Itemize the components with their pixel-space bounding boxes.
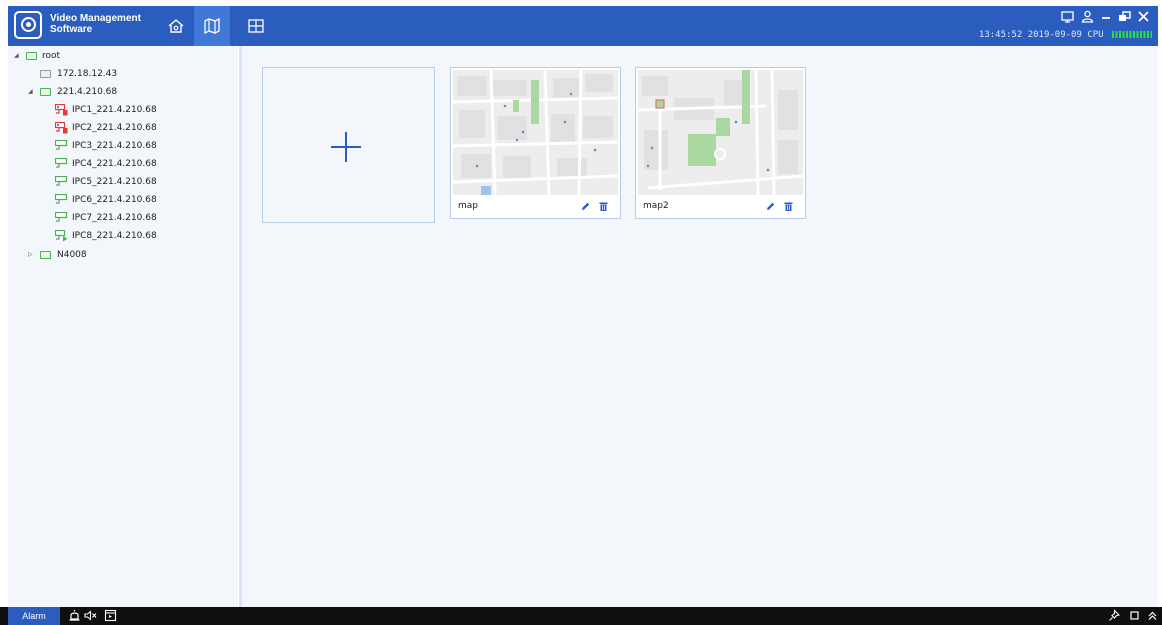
tree-label: 221.4.210.68	[57, 87, 118, 97]
collapse-arrow-icon[interactable]: ◢	[14, 47, 22, 65]
server-online-icon	[40, 88, 51, 96]
map-name: map	[458, 201, 478, 211]
server-offline-icon	[40, 70, 51, 78]
maximize-panel-icon[interactable]	[1128, 609, 1141, 622]
tree-node-camera[interactable]: IPC8_221.4.210.68	[14, 227, 184, 245]
restore-icon[interactable]	[1118, 8, 1131, 22]
delete-trash-icon[interactable]	[783, 201, 794, 212]
app-logo	[14, 11, 42, 39]
cpu-label: CPU	[1087, 30, 1104, 40]
tree-node-camera[interactable]: IPC3_221.4.210.68	[14, 137, 184, 155]
map-icon	[204, 17, 220, 35]
tree-node-server[interactable]: ◢ 221.4.210.68	[14, 83, 164, 101]
expand-up-icon[interactable]	[1146, 609, 1159, 622]
minimize-icon[interactable]	[1100, 8, 1112, 22]
map-name: map2	[643, 201, 669, 211]
tree-label: IPC6_221.4.210.68	[72, 195, 157, 205]
cpu-meter	[1112, 31, 1152, 38]
camera-online-icon	[55, 212, 68, 222]
tree-node-camera[interactable]: IPC6_221.4.210.68	[14, 191, 184, 209]
delete-trash-icon[interactable]	[598, 201, 609, 212]
app-window: Video Management Software 13:45:52 2019-…	[0, 0, 1162, 625]
camera-online-icon	[55, 140, 68, 150]
tree-label: 172.18.12.43	[57, 69, 118, 79]
app-title: Video Management Software	[50, 13, 150, 35]
tree-label: IPC3_221.4.210.68	[72, 141, 157, 151]
bottom-bar: Alarm	[0, 607, 1162, 625]
nvr-device-icon	[40, 251, 51, 259]
tree-node-camera[interactable]: IPC2_221.4.210.68	[14, 119, 184, 137]
camera-online-icon	[55, 194, 68, 204]
edit-pencil-icon[interactable]	[765, 201, 776, 212]
close-icon[interactable]	[1137, 8, 1150, 22]
tree-node-camera[interactable]: IPC1_221.4.210.68	[14, 101, 184, 119]
add-map-button[interactable]	[262, 67, 435, 223]
home-icon	[168, 19, 184, 33]
collapse-arrow-icon[interactable]: ◢	[28, 83, 36, 101]
panel-toggle-icon[interactable]	[104, 609, 117, 622]
user-icon[interactable]	[1081, 8, 1094, 23]
tree-label: IPC2_221.4.210.68	[72, 123, 157, 133]
title-bar: Video Management Software 13:45:52 2019-…	[8, 6, 1158, 46]
clock-date: 2019-09-09	[1027, 30, 1082, 40]
edit-pencil-icon[interactable]	[580, 201, 591, 212]
map-thumbnail	[638, 70, 803, 195]
tree-label: IPC8_221.4.210.68	[72, 231, 157, 241]
camera-lens-icon	[21, 17, 36, 32]
device-group-icon	[26, 52, 37, 60]
pin-icon[interactable]	[1108, 609, 1121, 622]
tree-label: N4008	[57, 250, 87, 260]
device-tree: ◢ root 172.18.12.43 ◢ 221.4.210.68 IPC1_…	[8, 46, 238, 607]
camera-alarm-icon	[55, 104, 68, 116]
tree-node-camera[interactable]: IPC5_221.4.210.68	[14, 173, 184, 191]
map-card[interactable]: map	[450, 67, 621, 219]
map-thumbnail	[453, 70, 618, 195]
app-title-line-1: Video Management	[50, 13, 141, 24]
grid-icon	[248, 19, 264, 33]
tree-label: IPC1_221.4.210.68	[72, 105, 157, 115]
nav-grid-button[interactable]	[238, 6, 274, 46]
camera-online-icon	[55, 158, 68, 168]
camera-alarm-icon	[55, 122, 68, 134]
screen-icon[interactable]	[1061, 8, 1074, 23]
status-line: 13:45:52 2019-09-09 CPU	[979, 29, 1152, 41]
app-title-line-2: Software	[50, 24, 93, 35]
expand-arrow-icon[interactable]: ▷	[28, 246, 36, 264]
alarm-bell-icon[interactable]	[68, 609, 81, 622]
nav-map-button[interactable]	[194, 6, 230, 46]
clock-time: 13:45:52	[978, 30, 1023, 40]
tree-node-root[interactable]: ◢ root	[14, 47, 164, 65]
tree-node-camera[interactable]: IPC4_221.4.210.68	[14, 155, 184, 173]
tree-node-camera[interactable]: IPC7_221.4.210.68	[14, 209, 184, 227]
mute-icon[interactable]	[84, 609, 97, 622]
camera-recording-icon	[55, 230, 68, 242]
tree-label: IPC4_221.4.210.68	[72, 159, 157, 169]
tree-label: IPC5_221.4.210.68	[72, 177, 157, 187]
map-gallery: map map2	[242, 46, 1158, 607]
map-card[interactable]: map2	[635, 67, 806, 219]
camera-online-icon	[55, 176, 68, 186]
tree-node-nvr[interactable]: ▷ N4008	[14, 246, 164, 264]
tree-label: IPC7_221.4.210.68	[72, 213, 157, 223]
tree-node-server[interactable]: 172.18.12.43	[14, 65, 164, 83]
nav-home-button[interactable]	[158, 6, 194, 46]
alarm-tab[interactable]: Alarm	[8, 607, 60, 625]
tree-label: root	[42, 51, 61, 61]
